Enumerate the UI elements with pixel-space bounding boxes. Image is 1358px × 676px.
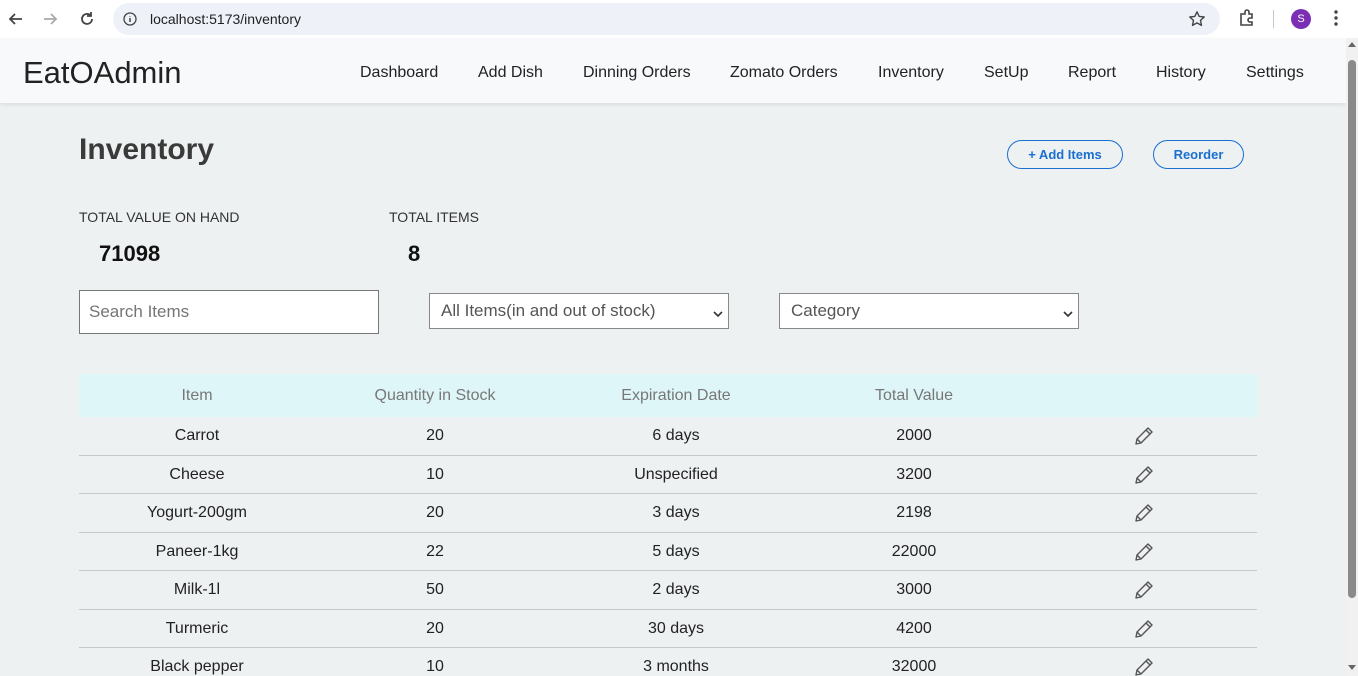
total-items-value: 8 [408,241,421,266]
edit-pencil-icon[interactable] [1133,656,1155,676]
cell-quantity: 50 [426,581,444,598]
table-row: Paneer-1kg 22 5 days 22000 [79,533,1257,571]
cell-item: Milk-1l [173,581,221,598]
browser-menu-icon[interactable] [1328,8,1344,33]
nav-dashboard[interactable]: Dashboard [360,64,438,82]
cell-expiration: 6 days [652,427,700,444]
url-text: localhost:5173/inventory [150,11,301,27]
cell-quantity: 10 [426,465,444,483]
cell-item: Paneer-1kg [155,542,239,560]
scroll-up-icon[interactable] [1348,42,1356,47]
site-info-icon[interactable] [123,12,137,31]
cell-quantity: 22 [426,542,444,560]
table-row: Cheese 10 Unspecified 3200 [79,456,1257,494]
extensions-icon[interactable] [1237,8,1257,33]
reload-icon[interactable] [76,8,98,30]
nav-dinning-orders[interactable]: Dinning Orders [583,64,691,82]
browser-toolbar: localhost:5173/inventory S [0,0,1358,38]
cell-total-value: 3200 [896,465,932,483]
table-row: Milk-1l 50 2 days 3000 [79,571,1257,610]
cell-quantity: 20 [426,504,444,521]
nav-setup[interactable]: SetUp [984,64,1028,82]
nav-zomato-orders[interactable]: Zomato Orders [730,64,838,82]
column-header-quantity: Quantity in Stock [374,387,496,404]
cell-item: Cheese [169,465,225,483]
table-row: Yogurt-200gm 20 3 days 2198 [79,494,1257,533]
cell-item: Black pepper [150,658,244,675]
nav-add-dish[interactable]: Add Dish [478,64,543,82]
cell-quantity: 10 [426,658,444,675]
total-items-label: TOTAL ITEMS [389,209,479,225]
cell-total-value: 4200 [896,619,932,637]
cell-item: Carrot [174,427,220,444]
column-header-expiration: Expiration Date [621,387,731,404]
toolbar-separator [1273,10,1274,28]
table-body: Carrot 20 6 days 2000 Cheese 10 Unspecified 320… [79,417,1257,676]
cell-item: Yogurt-200gm [147,504,247,521]
edit-pencil-icon[interactable] [1133,425,1155,447]
nav-history[interactable]: History [1156,64,1206,82]
cell-total-value: 22000 [891,542,937,560]
search-input[interactable] [79,290,379,334]
chevron-down-icon [712,305,724,325]
page-title: Inventory [79,133,215,166]
app-navbar: EatOAdmin Dashboard Add Dish Dinning Ord… [0,38,1346,103]
cell-expiration: Unspecified [634,465,718,483]
column-header-item: Item [181,387,213,404]
table-row: Turmeric 20 30 days 4200 [79,610,1257,648]
inventory-table: Item Quantity in Stock Expiration Date T… [79,374,1257,676]
scroll-thumb[interactable] [1348,60,1356,598]
cell-quantity: 20 [426,619,444,637]
cell-total-value: 2198 [896,504,932,521]
back-icon[interactable] [5,8,27,30]
forward-icon[interactable] [39,8,61,30]
bookmark-star-icon[interactable] [1188,10,1206,33]
cell-quantity: 20 [426,427,444,444]
reorder-button[interactable]: Reorder [1153,140,1244,169]
edit-pencil-icon[interactable] [1133,541,1155,563]
category-filter-value: Category [791,301,860,320]
table-header: Item Quantity in Stock Expiration Date T… [79,374,1257,417]
chevron-down-icon [1062,305,1074,325]
cell-expiration: 30 days [647,619,705,637]
edit-pencil-icon[interactable] [1133,618,1155,640]
total-value: 71098 [99,241,161,266]
cell-expiration: 2 days [652,581,700,598]
nav-settings[interactable]: Settings [1246,64,1304,82]
stock-filter-select[interactable]: All Items(in and out of stock) [429,293,729,329]
cell-expiration: 3 days [652,504,700,521]
profile-avatar[interactable]: S [1291,9,1311,29]
nav-report[interactable]: Report [1068,64,1116,82]
address-bar[interactable]: localhost:5173/inventory [113,3,1220,35]
nav-inventory[interactable]: Inventory [878,64,944,82]
table-row: Carrot 20 6 days 2000 [79,417,1257,456]
cell-total-value: 3000 [896,581,932,598]
cell-item: Turmeric [165,619,229,637]
cell-expiration: 3 months [643,658,709,675]
page-scrollbar[interactable] [1346,38,1358,676]
edit-pencil-icon[interactable] [1133,502,1155,524]
stock-filter-value: All Items(in and out of stock) [441,301,656,320]
cell-total-value: 32000 [891,658,937,675]
total-value-label: TOTAL VALUE ON HAND [79,209,240,225]
category-filter-select[interactable]: Category [779,293,1079,329]
table-row: Black pepper 10 3 months 32000 [79,648,1257,676]
brand-logo[interactable]: EatOAdmin [23,55,182,91]
add-items-button[interactable]: + Add Items [1007,140,1123,169]
cell-total-value: 2000 [896,427,932,444]
edit-pencil-icon[interactable] [1133,464,1155,486]
column-header-total-value: Total Value [875,387,953,404]
edit-pencil-icon[interactable] [1133,579,1155,601]
scroll-down-icon[interactable] [1348,665,1356,670]
cell-expiration: 5 days [652,542,700,560]
